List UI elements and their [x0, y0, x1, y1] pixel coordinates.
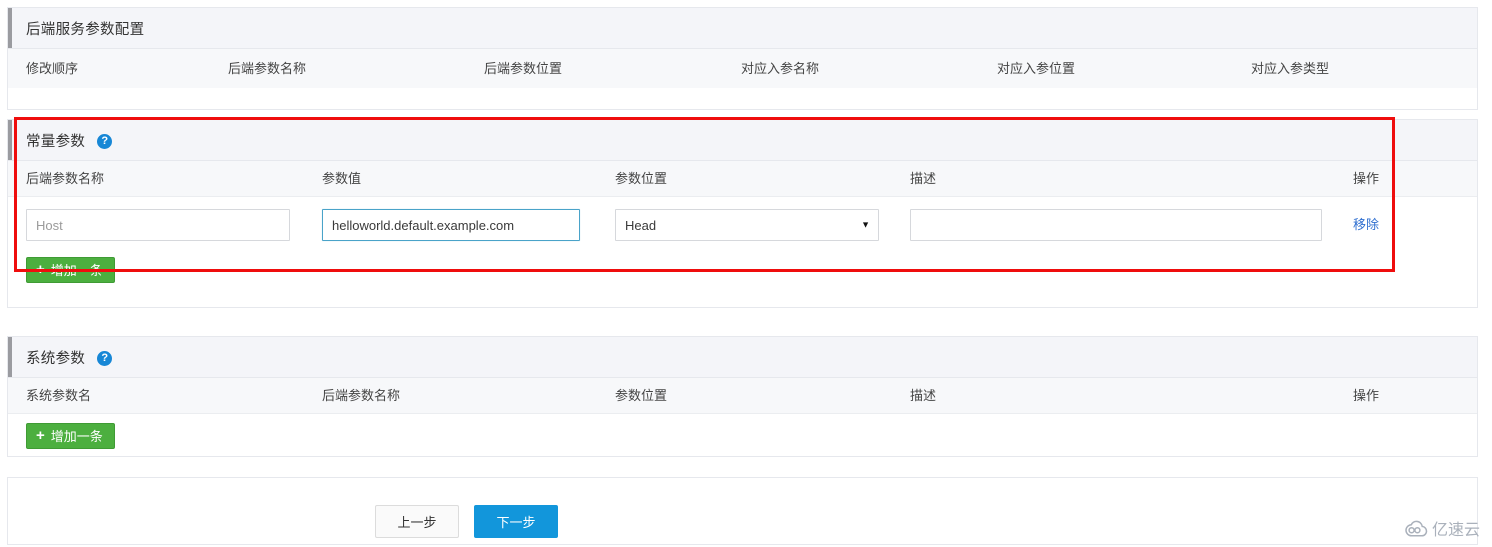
constant-params-add-row: + 增加一条	[8, 252, 1477, 302]
column-header-backend-param-name: 后端参数名称	[228, 61, 307, 76]
remove-link[interactable]: 移除	[1353, 217, 1379, 232]
plus-icon: +	[36, 260, 45, 278]
add-constant-param-label: 增加一条	[50, 262, 103, 278]
add-system-param-label: 增加一条	[50, 428, 103, 444]
add-constant-param-button[interactable]: + 增加一条	[26, 257, 115, 283]
cell-backend-param-name	[26, 209, 290, 241]
column-header-param-value: 参数值	[322, 171, 362, 186]
footer-panel: 上一步 下一步	[7, 477, 1478, 545]
constant-params-title: 常量参数	[26, 133, 86, 150]
param-value-input[interactable]	[322, 209, 580, 241]
question-mark-icon[interactable]: ?	[97, 350, 113, 366]
system-params-column-headers: 系统参数名 后端参数名称 参数位置 描述 操作	[8, 378, 1477, 414]
column-header-backend-param-name: 后端参数名称	[322, 388, 401, 403]
column-header-input-param-name: 对应入参名称	[741, 61, 820, 76]
cell-operation: 移除	[1353, 209, 1379, 241]
constant-params-column-headers: 后端参数名称 参数值 参数位置 描述 操作	[8, 161, 1477, 197]
param-position-select-wrap: HeadQueryPath ▼	[615, 209, 879, 241]
backend-service-panel-header: 后端服务参数配置	[8, 8, 1477, 49]
watermark-text: 亿速云	[1431, 522, 1480, 539]
question-mark-icon[interactable]: ?	[97, 133, 113, 149]
column-header-operation: 操作	[1353, 388, 1380, 403]
next-step-button[interactable]: 下一步	[474, 505, 558, 538]
column-header-param-position: 参数位置	[615, 388, 668, 403]
cloud-icon	[1404, 520, 1428, 537]
column-header-input-param-type: 对应入参类型	[1251, 61, 1330, 76]
column-header-backend-param-name: 后端参数名称	[26, 171, 105, 186]
column-header-operation: 操作	[1353, 171, 1380, 186]
cell-param-value	[322, 209, 580, 241]
watermark: 亿速云	[1404, 516, 1480, 540]
page-root: 后端服务参数配置 修改顺序 后端参数名称 后端参数位置 对应入参名称 对应入参位…	[0, 0, 1492, 547]
description-input[interactable]	[910, 209, 1322, 241]
column-header-description: 描述	[910, 388, 937, 403]
column-header-input-param-pos: 对应入参位置	[997, 61, 1076, 76]
cell-description	[910, 209, 1322, 241]
system-params-add-row: + 增加一条	[8, 414, 1477, 459]
plus-icon: +	[36, 426, 45, 444]
constant-params-panel: 常量参数 ? 后端参数名称 参数值 参数位置 描述 操作 HeadQueryPa…	[7, 119, 1478, 308]
column-header-backend-param-pos: 后端参数位置	[484, 61, 563, 76]
constant-params-panel-header: 常量参数 ?	[8, 120, 1477, 161]
column-header-system-param-name: 系统参数名	[26, 388, 92, 403]
system-params-panel: 系统参数 ? 系统参数名 后端参数名称 参数位置 描述 操作 + 增加一条	[7, 336, 1478, 457]
cell-param-position: HeadQueryPath ▼	[615, 209, 879, 241]
table-row: HeadQueryPath ▼ 移除	[8, 197, 1477, 252]
column-header-param-position: 参数位置	[615, 171, 668, 186]
backend-service-column-headers: 修改顺序 后端参数名称 后端参数位置 对应入参名称 对应入参位置 对应入参类型	[8, 49, 1477, 88]
backend-param-name-input[interactable]	[26, 209, 290, 241]
system-params-title: 系统参数	[26, 350, 86, 367]
param-position-select[interactable]: HeadQueryPath	[615, 209, 879, 241]
prev-step-button[interactable]: 上一步	[375, 505, 459, 538]
column-header-description: 描述	[910, 171, 937, 186]
add-system-param-button[interactable]: + 增加一条	[26, 423, 115, 449]
column-header-modify-order: 修改顺序	[26, 61, 79, 76]
backend-service-panel: 后端服务参数配置 修改顺序 后端参数名称 后端参数位置 对应入参名称 对应入参位…	[7, 7, 1478, 110]
page-title: 后端服务参数配置	[26, 21, 145, 38]
system-params-panel-header: 系统参数 ?	[8, 337, 1477, 378]
